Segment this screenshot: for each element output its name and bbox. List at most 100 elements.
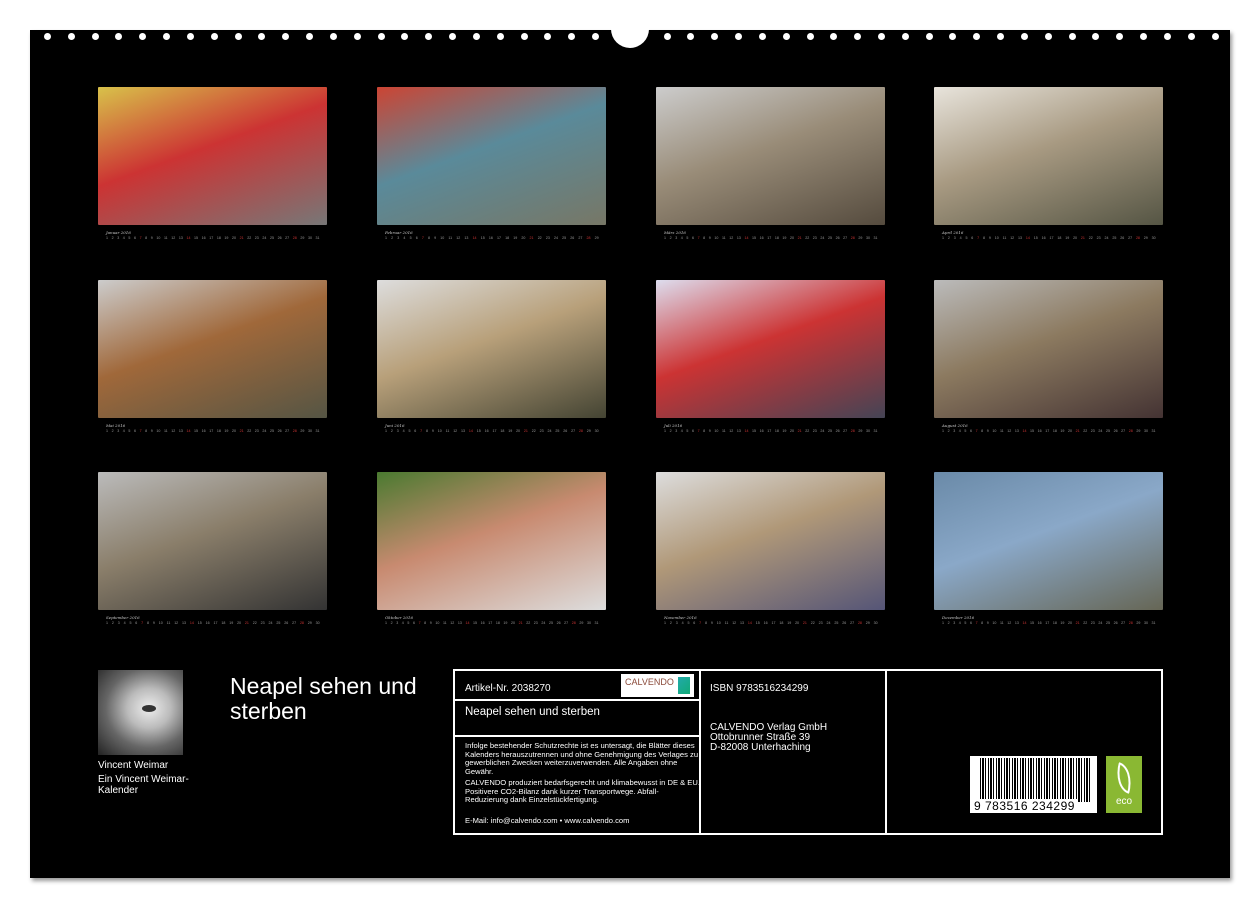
day: 19: [224, 429, 228, 433]
day: 10: [717, 621, 721, 625]
day: 4: [123, 429, 125, 433]
day: 17: [213, 621, 217, 625]
day: 28: [858, 621, 862, 625]
day: 13: [1015, 429, 1019, 433]
day: 2: [670, 621, 672, 625]
day: 20: [1068, 621, 1072, 625]
day: 14: [473, 236, 477, 240]
day: 31: [316, 429, 320, 433]
month-label: März 2016: [664, 230, 885, 235]
day: 26: [557, 621, 561, 625]
day: 24: [262, 429, 266, 433]
day: 22: [247, 236, 251, 240]
day: 23: [1091, 621, 1095, 625]
day: 17: [1045, 429, 1049, 433]
month-photo: [934, 472, 1163, 610]
day: 31: [874, 429, 878, 433]
day: 26: [563, 429, 567, 433]
day: 25: [270, 236, 274, 240]
day: 31: [1152, 621, 1156, 625]
day: 15: [756, 621, 760, 625]
day: 29: [1144, 236, 1148, 240]
month-photo: [377, 472, 606, 610]
day: 21: [1081, 236, 1085, 240]
day: 20: [790, 236, 794, 240]
day: 10: [714, 429, 718, 433]
day: 18: [775, 236, 779, 240]
day: 29: [595, 236, 599, 240]
day: 30: [1144, 429, 1148, 433]
day: 29: [587, 429, 591, 433]
day: 1: [942, 429, 944, 433]
day: 23: [546, 236, 550, 240]
day: 28: [300, 621, 304, 625]
month-label: Mai 2016: [106, 423, 327, 428]
day: 11: [1000, 621, 1004, 625]
day: 31: [595, 621, 599, 625]
day: 16: [760, 236, 764, 240]
day: 4: [959, 621, 961, 625]
day: 27: [285, 236, 289, 240]
day: 7: [419, 621, 421, 625]
day: 22: [532, 429, 536, 433]
day: 18: [775, 429, 779, 433]
month-days: 1234567891011121314151617181920212223242…: [106, 429, 320, 433]
day: 3: [117, 429, 119, 433]
day: 1: [942, 236, 944, 240]
day: 7: [698, 429, 700, 433]
day: 22: [538, 236, 542, 240]
day: 19: [503, 621, 507, 625]
day: 24: [820, 429, 824, 433]
calendar-title: Neapel sehen und sterben: [230, 674, 450, 724]
month-6: Juni 2016 123456789101112131415161718192…: [377, 280, 606, 433]
day: 20: [237, 621, 241, 625]
day: 9: [430, 621, 432, 625]
day: 30: [316, 621, 320, 625]
month-label: Oktober 2016: [385, 615, 606, 620]
day: 18: [1057, 236, 1061, 240]
day: 15: [752, 236, 756, 240]
day: 4: [681, 429, 683, 433]
eco-notice: CALVENDO produziert bedarfsgerecht und k…: [465, 779, 700, 805]
day: 11: [1000, 429, 1004, 433]
day: 1: [385, 621, 387, 625]
day: 8: [981, 621, 983, 625]
month-label: November 2016: [664, 615, 885, 620]
day: 21: [530, 236, 534, 240]
day: 19: [508, 429, 512, 433]
day: 15: [473, 621, 477, 625]
month-label: April 2016: [942, 230, 1163, 235]
month-photo: [656, 87, 885, 225]
day: 3: [954, 236, 956, 240]
day: 20: [1073, 236, 1077, 240]
day: 8: [424, 621, 426, 625]
month-photo: [377, 280, 606, 418]
author-subtitle: Ein Vincent Weimar-Kalender: [98, 774, 198, 796]
day: 25: [562, 236, 566, 240]
day: 28: [851, 429, 855, 433]
calvendo-logo: CALVENDO: [621, 674, 694, 697]
day: 8: [983, 236, 985, 240]
day: 6: [416, 236, 418, 240]
isbn: ISBN 9783516234299: [710, 683, 808, 694]
day: 22: [1083, 621, 1087, 625]
day: 11: [443, 621, 447, 625]
day: 30: [1152, 236, 1156, 240]
day: 21: [240, 236, 244, 240]
day: 22: [526, 621, 530, 625]
day: 24: [1098, 621, 1102, 625]
day: 16: [202, 236, 206, 240]
day: 14: [1022, 429, 1026, 433]
barcode: 9 783516 234299: [970, 756, 1097, 813]
day: 19: [1065, 236, 1069, 240]
day: 30: [866, 429, 870, 433]
day: 24: [1098, 429, 1102, 433]
month-label: Februar 2016: [385, 230, 606, 235]
day: 17: [488, 621, 492, 625]
day: 5: [128, 236, 130, 240]
day: 30: [866, 236, 870, 240]
day: 10: [156, 429, 160, 433]
day: 27: [564, 621, 568, 625]
day: 6: [413, 621, 415, 625]
day: 9: [709, 429, 711, 433]
